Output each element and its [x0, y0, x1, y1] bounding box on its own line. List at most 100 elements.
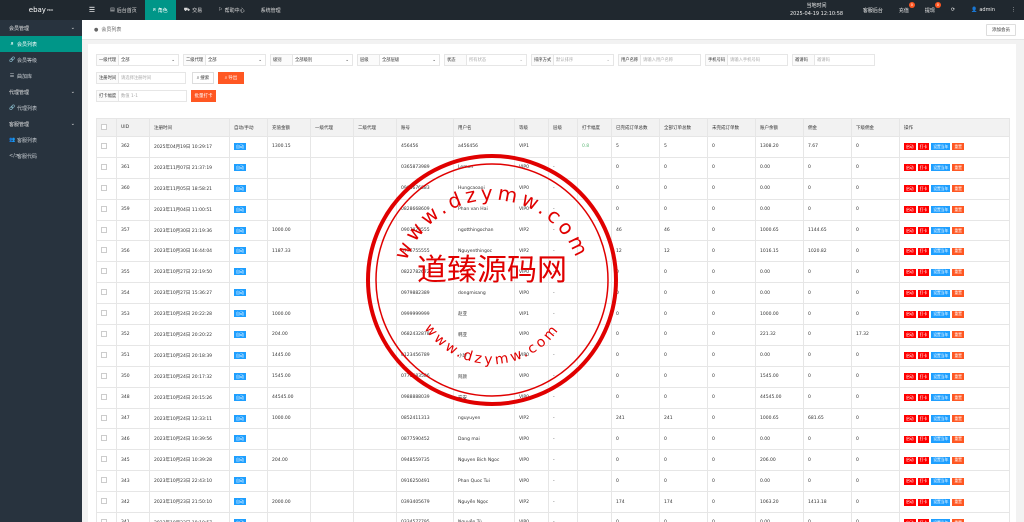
top-nav-item[interactable]: ᴙ 角色: [144, 0, 176, 20]
start-button[interactable]: 启动: [904, 268, 916, 276]
menu-toggle-icon[interactable]: ☰: [82, 6, 102, 14]
row-checkbox[interactable]: [101, 310, 107, 317]
row-checkbox[interactable]: [101, 226, 107, 233]
set-year-button[interactable]: 设置当年: [931, 310, 951, 318]
set-year-button[interactable]: 设置当年: [931, 394, 951, 402]
sidebar-group[interactable]: 代理管理 ⌄: [0, 84, 82, 100]
row-checkbox[interactable]: [101, 456, 107, 463]
reset-button[interactable]: 重置: [952, 268, 964, 276]
set-year-button[interactable]: 设置当年: [931, 289, 951, 297]
filter-select[interactable]: 所有状态 ⌄: [467, 54, 527, 66]
set-year-button[interactable]: 设置当年: [931, 456, 951, 464]
export-button[interactable]: ⌕ 导出: [218, 72, 244, 84]
start-button[interactable]: 启动: [904, 415, 916, 423]
sidebar-item[interactable]: 🔗 会员等级: [0, 52, 82, 68]
reset-button[interactable]: 重置: [952, 143, 964, 151]
punch-button[interactable]: 打卡: [917, 394, 930, 402]
set-year-button[interactable]: 设置当年: [931, 331, 951, 339]
punch-button[interactable]: 打卡: [917, 373, 930, 381]
user-menu[interactable]: 👤 admin: [963, 0, 1003, 20]
row-checkbox[interactable]: [101, 477, 107, 484]
set-year-button[interactable]: 设置当年: [931, 227, 951, 234]
filter-select[interactable]: 默认排序 ⌄: [554, 54, 614, 66]
table-row[interactable]: 357 2023年10月30日 21:19:36 自动 1000.00 09078705…: [96, 219, 1010, 242]
start-button[interactable]: 启动: [904, 373, 916, 381]
table-row[interactable]: 352 2023年10月24日 20:20:22 自动 204.00 068243287…: [96, 324, 1010, 346]
bulk-punch-button[interactable]: 批量打卡: [191, 90, 216, 102]
start-button[interactable]: 启动: [904, 206, 916, 214]
set-year-button[interactable]: 设置当年: [931, 498, 951, 506]
punch-button[interactable]: 打卡: [917, 498, 930, 506]
filter-select[interactable]: 全部层级 ⌄: [380, 54, 440, 66]
top-nav-item[interactable]: ▤ 后台首页: [102, 0, 145, 20]
start-button[interactable]: 启动: [904, 143, 916, 151]
sidebar-item[interactable]: ᴙ 会员列表: [0, 36, 82, 52]
reset-button[interactable]: 重置: [952, 289, 964, 297]
set-year-button[interactable]: 设置当年: [931, 435, 951, 443]
add-member-button[interactable]: 添加会员: [986, 24, 1016, 36]
start-button[interactable]: 启动: [904, 247, 916, 255]
row-checkbox[interactable]: [101, 289, 107, 296]
sidebar-group[interactable]: 会员管理 ⌄: [0, 20, 82, 36]
punch-button[interactable]: 打卡: [917, 477, 930, 485]
punch-button[interactable]: 打卡: [917, 268, 930, 276]
reset-button[interactable]: 重置: [952, 415, 964, 423]
row-checkbox[interactable]: [101, 414, 107, 421]
top-nav-item[interactable]: ⚐ 帮助中心: [210, 0, 253, 20]
sidebar-item[interactable]: ☰ 曲加库: [0, 68, 82, 84]
table-row[interactable]: 361 2023年11月07日 21:37:19 自动 0365873989 Lemon…: [96, 156, 1010, 179]
set-year-button[interactable]: 设置当年: [931, 352, 951, 360]
filter-input[interactable]: 请输入手机号码: [728, 54, 788, 66]
sidebar-group[interactable]: 客服管理 ⌄: [0, 116, 82, 132]
table-row[interactable]: 346 2023年10月24日 10:39:56 自动 0877590452 Dang …: [96, 428, 1010, 451]
punch-button[interactable]: 打卡: [917, 247, 930, 255]
start-button[interactable]: 启动: [904, 477, 916, 485]
refresh-icon[interactable]: ⟳: [943, 0, 963, 20]
row-checkbox[interactable]: [101, 393, 107, 400]
table-row[interactable]: 360 2023年11月05日 18:58:21 自动 0966676883 Hungc…: [96, 177, 1010, 200]
reset-button[interactable]: 重置: [952, 331, 964, 339]
set-year-button[interactable]: 设置当年: [931, 268, 951, 276]
row-checkbox[interactable]: [101, 184, 107, 191]
row-checkbox[interactable]: [101, 247, 107, 254]
table-row[interactable]: 3412023年10月23日 19:10:57自动 0334577795Nguyễ…: [96, 512, 1010, 522]
row-checkbox[interactable]: [101, 205, 107, 212]
row-checkbox[interactable]: [101, 268, 107, 275]
set-year-button[interactable]: 设置当年: [931, 247, 951, 255]
table-row[interactable]: 362 2025年04月19日 10:29:17 自动 1300.15 456456 a4…: [96, 136, 1010, 158]
table-row[interactable]: 354 2023年10月27日 15:36:27 自动 0979882389 dongm…: [96, 282, 1010, 305]
start-button[interactable]: 启动: [904, 310, 916, 318]
punch-button[interactable]: 打卡: [917, 164, 930, 172]
reset-button[interactable]: 重置: [952, 394, 964, 402]
start-button[interactable]: 启动: [904, 435, 916, 443]
set-year-button[interactable]: 设置当年: [931, 164, 951, 172]
punch-button[interactable]: 打卡: [917, 456, 930, 464]
punch-button[interactable]: 打卡: [917, 289, 930, 297]
reset-button[interactable]: 重置: [952, 227, 964, 234]
punch-button[interactable]: 打卡: [917, 331, 930, 339]
reset-button[interactable]: 重置: [952, 352, 964, 360]
table-row[interactable]: 350 2023年10月24日 20:17:32 自动 1545.00 07755835…: [96, 365, 1010, 388]
register-time-input[interactable]: 请选择注册时间: [119, 72, 186, 84]
top-nav-item[interactable]: ⛟ 交易: [176, 0, 210, 20]
start-button[interactable]: 启动: [904, 352, 916, 360]
sidebar-item[interactable]: 🔗 代理列表: [0, 100, 82, 116]
start-button[interactable]: 启动: [904, 185, 916, 193]
punch-button[interactable]: 打卡: [917, 143, 930, 151]
table-row[interactable]: 342 2023年10月23日 21:50:10 自动 2000.00 03934056…: [96, 491, 1010, 514]
cs-backend-link[interactable]: 客服后台: [855, 0, 891, 20]
reset-button[interactable]: 重置: [952, 373, 964, 381]
search-button[interactable]: ⌕ 搜索: [192, 72, 214, 84]
reset-button[interactable]: 重置: [952, 477, 964, 485]
row-checkbox[interactable]: [101, 330, 107, 337]
filter-input[interactable]: 请输入用户名称: [641, 54, 701, 66]
reset-button[interactable]: 重置: [952, 498, 964, 506]
tab-member-list[interactable]: ● 会员列表: [94, 26, 121, 34]
punch-button[interactable]: 打卡: [917, 227, 930, 234]
table-row[interactable]: 353 2023年10月24日 20:22:28 自动 1000.00 09999999…: [96, 303, 1010, 326]
sidebar-item[interactable]: 👥 客服列表: [0, 132, 82, 148]
start-button[interactable]: 启动: [904, 498, 916, 506]
top-nav-item[interactable]: 系统管理: [253, 0, 289, 20]
punch-button[interactable]: 打卡: [917, 185, 930, 193]
start-button[interactable]: 启动: [904, 164, 916, 172]
